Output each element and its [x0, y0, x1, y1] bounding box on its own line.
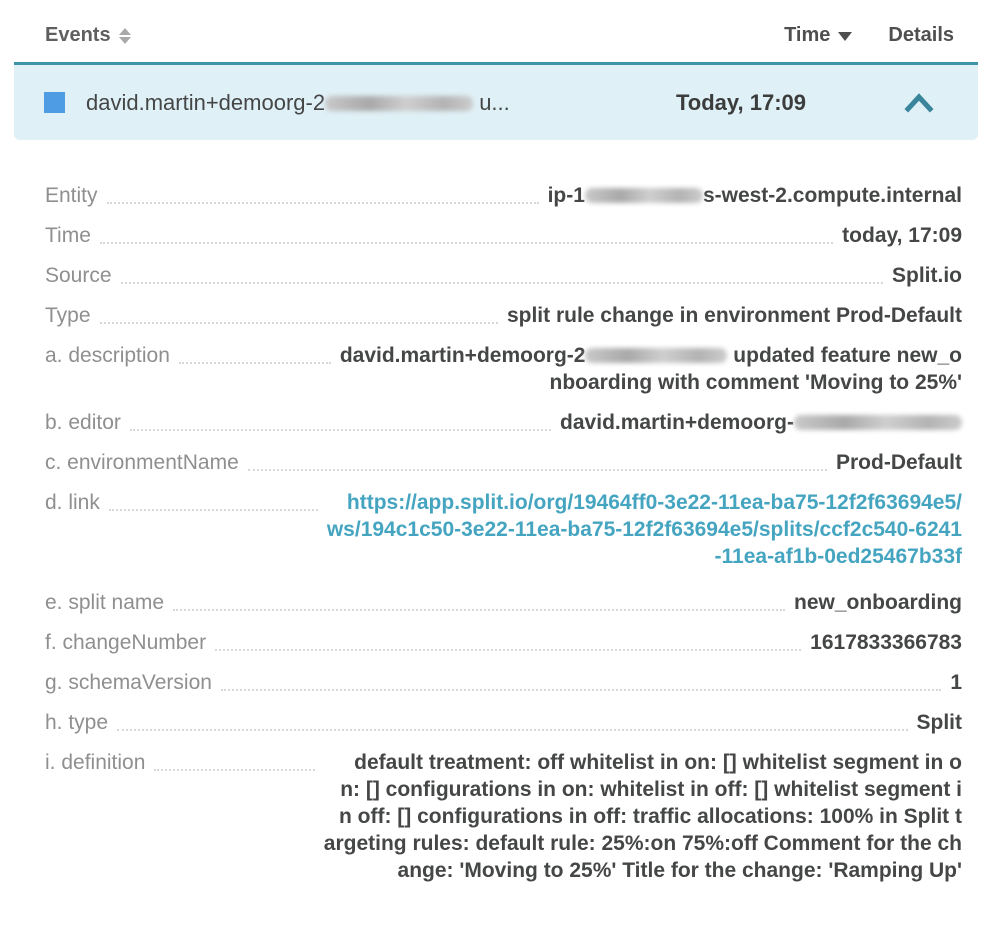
time-column-header[interactable]: Time: [784, 24, 852, 47]
detail-value: 1617833366783: [810, 629, 962, 656]
detail-label: d. link: [45, 489, 100, 516]
dotted-leader: [179, 342, 331, 364]
dotted-leader: [107, 182, 539, 204]
value-line: -11ea-af1b-0ed25467b33f: [327, 543, 962, 570]
value-prefix: ip-1: [548, 184, 585, 207]
detail-label: a. description: [45, 342, 170, 369]
dotted-leader: [248, 449, 827, 471]
detail-label: f. changeNumber: [45, 629, 206, 656]
detail-row-environment-name: c. environmentName Prod-Default: [45, 449, 962, 476]
detail-label: b. editor: [45, 409, 121, 436]
value-suffix: s-west-2.compute.internal: [703, 184, 962, 207]
event-title: david.martin+demoorg-2 u...: [86, 90, 656, 116]
dotted-leader: [109, 489, 318, 511]
dotted-leader: [215, 629, 801, 651]
redacted-text: [585, 188, 703, 203]
value-line: david.martin+demoorg-2 updated feature n…: [340, 342, 962, 369]
dotted-leader: [173, 589, 785, 611]
detail-row-definition: i. definition default treatment: off whi…: [45, 749, 962, 884]
value-line: ws/194c1c50-3e22-11ea-ba75-12f2f63694e5/…: [327, 516, 962, 543]
detail-label: g. schemaVersion: [45, 669, 212, 696]
value-prefix: david.martin+demoorg-: [560, 411, 794, 434]
detail-value: Split: [917, 709, 963, 736]
detail-row-split-name: e. split name new_onboarding: [45, 589, 962, 616]
detail-row-type: Type split rule change in environment Pr…: [45, 302, 962, 329]
detail-row-editor: b. editor david.martin+demoorg-: [45, 409, 962, 436]
value-line: n: [] configurations in on: whitelist in…: [324, 776, 962, 803]
detail-row-schema-version: g. schemaVersion 1: [45, 669, 962, 696]
detail-label: Entity: [45, 182, 98, 209]
value-line: n off: [] configurations in off: traffic…: [324, 803, 962, 830]
detail-value: david.martin+demoorg-: [560, 409, 962, 436]
dotted-leader: [221, 669, 941, 691]
events-column-header[interactable]: Events: [45, 24, 131, 47]
detail-row-entity: Entity ip-1 s-west-2.compute.internal: [45, 182, 962, 209]
dotted-leader: [100, 222, 833, 244]
sort-down-arrow-icon: [119, 37, 131, 44]
dotted-leader: [154, 749, 314, 771]
details-column-header: Details: [888, 24, 954, 47]
detail-row-description: a. description david.martin+demoorg-2 up…: [45, 342, 962, 396]
redacted-text: [325, 96, 473, 111]
split-link[interactable]: https://app.split.io/org/19464ff0-3e22-1…: [327, 489, 962, 570]
value-prefix: david.martin+demoorg-2: [340, 344, 586, 367]
detail-label: h. type: [45, 709, 108, 736]
detail-label: e. split name: [45, 589, 164, 616]
detail-value: new_onboarding: [794, 589, 962, 616]
sort-up-arrow-icon: [119, 28, 131, 35]
sort-icon[interactable]: [119, 28, 131, 44]
redacted-text: [585, 348, 727, 363]
detail-row-change-number: f. changeNumber 1617833366783: [45, 629, 962, 656]
event-row-expanded[interactable]: david.martin+demoorg-2 u... Today, 17:09: [14, 62, 978, 140]
detail-label: Type: [45, 302, 91, 329]
detail-value: 1: [950, 669, 962, 696]
detail-value: david.martin+demoorg-2 updated feature n…: [340, 342, 962, 396]
detail-value: today, 17:09: [842, 222, 962, 249]
detail-row-time: Time today, 17:09: [45, 222, 962, 249]
value-line: argeting rules: default rule: 25%:on 75%…: [324, 830, 962, 857]
detail-value: split rule change in environment Prod-De…: [507, 302, 962, 329]
redacted-text: [794, 415, 962, 430]
event-time: Today, 17:09: [676, 90, 806, 116]
events-list-header: Events Time Details: [0, 0, 984, 62]
dotted-leader: [130, 409, 551, 431]
event-type-square-icon: [44, 92, 65, 113]
detail-label: i. definition: [45, 749, 145, 776]
value-suffix: updated feature new_o: [727, 344, 962, 367]
event-title-prefix: david.martin+demoorg-2: [86, 90, 325, 115]
detail-row-type-h: h. type Split: [45, 709, 962, 736]
dotted-leader: [117, 709, 907, 731]
detail-label: c. environmentName: [45, 449, 239, 476]
detail-row-link: d. link https://app.split.io/org/19464ff…: [45, 489, 962, 570]
detail-label: Source: [45, 262, 112, 289]
chevron-up-icon[interactable]: [904, 92, 934, 114]
value-line: ange: 'Moving to 25%' Title for the chan…: [324, 857, 962, 884]
event-details-panel: Entity ip-1 s-west-2.compute.internal Tim…: [0, 140, 984, 884]
time-column-label: Time: [784, 24, 830, 47]
value-line: nboarding with comment 'Moving to 25%': [340, 369, 962, 396]
dotted-leader: [121, 262, 883, 284]
detail-value: default treatment: off whitelist in on: …: [324, 749, 962, 884]
events-column-label: Events: [45, 24, 111, 47]
detail-value: ip-1 s-west-2.compute.internal: [548, 182, 962, 209]
detail-label: Time: [45, 222, 91, 249]
event-title-suffix: u...: [473, 90, 510, 115]
detail-value: Prod-Default: [836, 449, 962, 476]
value-line: https://app.split.io/org/19464ff0-3e22-1…: [327, 489, 962, 516]
dotted-leader: [100, 302, 498, 324]
detail-row-source: Source Split.io: [45, 262, 962, 289]
caret-down-icon: [838, 32, 852, 41]
detail-value: https://app.split.io/org/19464ff0-3e22-1…: [327, 489, 962, 570]
detail-value: Split.io: [892, 262, 962, 289]
value-line: default treatment: off whitelist in on: …: [324, 749, 962, 776]
